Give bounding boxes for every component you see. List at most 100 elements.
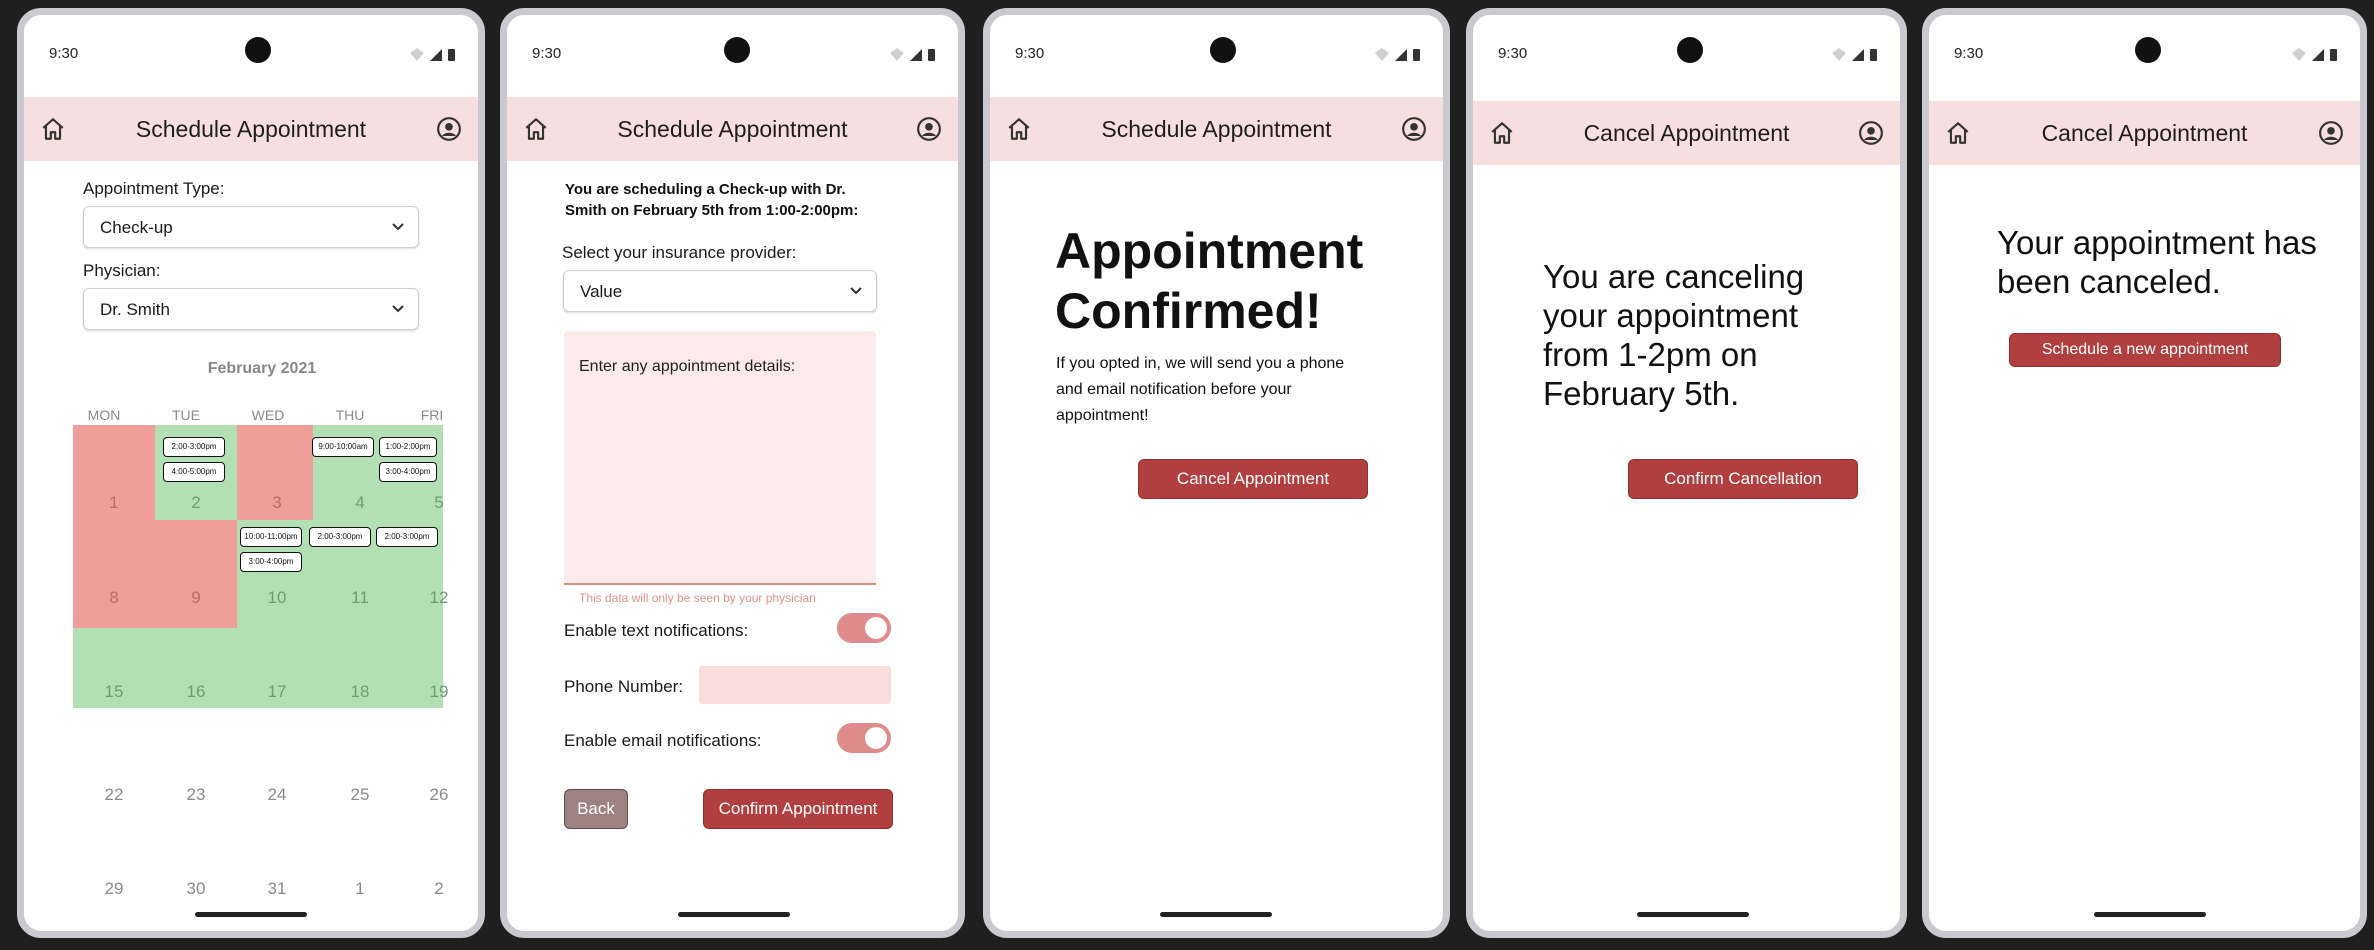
time-slot[interactable]: 3:00-4:00pm <box>240 552 302 572</box>
day-number[interactable]: 24 <box>237 785 317 805</box>
toggle-knob <box>865 727 887 749</box>
insurance-select[interactable]: Value <box>563 270 877 312</box>
day-number[interactable]: 1 <box>320 879 400 899</box>
day-number[interactable]: 23 <box>156 785 236 805</box>
schedule-new-appointment-button[interactable]: Schedule a new appointment <box>2009 333 2281 367</box>
email-notifications-label: Enable email notifications: <box>564 731 762 750</box>
day-number[interactable]: 15 <box>74 682 154 702</box>
status-time: 9:30 <box>1498 45 1528 62</box>
day-number[interactable]: 3 <box>237 493 317 513</box>
text-notifications-toggle[interactable] <box>837 613 891 643</box>
time-slot[interactable]: 4:00-5:00pm <box>163 462 225 482</box>
account-icon[interactable] <box>436 116 462 142</box>
system-icons <box>410 48 455 61</box>
status-time: 9:30 <box>1015 45 1045 62</box>
app-bar: Schedule Appointment <box>507 97 958 161</box>
weekday-wed: WED <box>251 407 285 423</box>
day-number[interactable]: 11 <box>320 588 400 608</box>
day-number[interactable]: 22 <box>74 785 154 805</box>
day-number[interactable]: 8 <box>74 588 154 608</box>
app-bar: Cancel Appointment <box>1473 101 1900 165</box>
day-number[interactable]: 4 <box>320 493 400 513</box>
day-number[interactable]: 18 <box>320 682 400 702</box>
day-number[interactable]: 26 <box>399 785 478 805</box>
time-slot[interactable]: 10:00-11:00pm <box>240 527 302 547</box>
status-time: 9:30 <box>1954 45 1984 62</box>
day-number[interactable]: 5 <box>399 493 478 513</box>
system-icons <box>1375 48 1420 61</box>
appointment-type-select[interactable]: Check-up <box>83 206 419 248</box>
toggle-knob <box>865 617 887 639</box>
cancel-appointment-button[interactable]: Cancel Appointment <box>1138 459 1368 499</box>
day-number[interactable]: 2 <box>399 879 478 899</box>
page-title: Cancel Appointment <box>2041 120 2248 146</box>
app-bar: Cancel Appointment <box>1929 101 2360 165</box>
chevron-down-icon <box>392 305 404 313</box>
day-number[interactable]: 17 <box>237 682 317 702</box>
back-button[interactable]: Back <box>564 789 628 829</box>
day-number[interactable]: 31 <box>237 879 317 899</box>
status-bar: 9:30 <box>24 15 478 97</box>
day-number[interactable]: 10 <box>237 588 317 608</box>
status-bar: 9:30 <box>990 15 1443 97</box>
phone-schedule-details: 9:30 Schedule Appointment You are schedu… <box>500 8 965 938</box>
time-slot[interactable]: 2:00-3:00pm <box>309 527 371 547</box>
camera-cutout <box>2135 37 2161 63</box>
status-time: 9:30 <box>532 45 562 62</box>
page-title: Cancel Appointment <box>1583 120 1790 146</box>
physician-value: Dr. Smith <box>100 300 170 319</box>
time-slot[interactable]: 2:00-3:00pm <box>376 527 438 547</box>
day-number[interactable]: 29 <box>74 879 154 899</box>
chevron-down-icon <box>392 223 404 231</box>
page-title: Schedule Appointment <box>1101 116 1332 142</box>
system-icons <box>1832 48 1877 61</box>
account-icon[interactable] <box>916 116 942 142</box>
chevron-down-icon <box>850 287 862 295</box>
details-label: Enter any appointment details: <box>579 358 796 375</box>
account-icon[interactable] <box>1858 120 1884 146</box>
text-notifications-label: Enable text notifications: <box>564 621 749 640</box>
day-number[interactable]: 25 <box>320 785 400 805</box>
cancel-summary: You are canceling your appointment from … <box>1543 258 1805 412</box>
day-number[interactable]: 12 <box>399 588 478 608</box>
time-slot[interactable]: 9:00-10:00am <box>312 437 374 457</box>
phone-appointment-canceled: 9:30 Cancel Appointment Your appointment… <box>1922 8 2367 938</box>
phone-number-input[interactable] <box>699 666 891 704</box>
system-icons <box>890 48 935 61</box>
account-icon[interactable] <box>1401 116 1427 142</box>
gesture-bar <box>1160 912 1272 917</box>
weekday-mon: MON <box>87 407 121 423</box>
confirm-appointment-button[interactable]: Confirm Appointment <box>703 789 893 829</box>
gesture-bar <box>678 912 790 917</box>
physician-label: Physician: <box>83 261 161 280</box>
day-number[interactable]: 19 <box>399 682 478 702</box>
confirm-cancellation-button[interactable]: Confirm Cancellation <box>1628 459 1858 499</box>
insurance-value: Value <box>580 282 623 301</box>
physician-select[interactable]: Dr. Smith <box>83 288 419 330</box>
status-time: 9:30 <box>49 45 79 62</box>
weekday-thu: THU <box>335 407 365 423</box>
gesture-bar <box>2094 912 2206 917</box>
phone-cancel-confirm: 9:30 Cancel Appointment You are cancelin… <box>1466 8 1907 938</box>
day-number[interactable]: 30 <box>156 879 236 899</box>
day-number[interactable]: 16 <box>156 682 236 702</box>
details-helper-text: This data will only be seen by your phys… <box>579 591 816 605</box>
time-slot[interactable]: 1:00-2:00pm <box>379 437 437 457</box>
day-number[interactable]: 2 <box>156 493 236 513</box>
day-number[interactable]: 1 <box>74 493 154 513</box>
appointment-summary: You are scheduling a Check-up with Dr. S… <box>565 181 859 219</box>
time-slot[interactable]: 2:00-3:00pm <box>163 437 225 457</box>
day-number[interactable]: 9 <box>156 588 236 608</box>
status-bar: 9:30 <box>1473 15 1900 97</box>
phone-schedule-calendar: 9:30 Schedule Appointment Appointment Ty… <box>17 8 485 938</box>
canceled-message: Your appointment has been canceled. <box>1997 224 2317 300</box>
gesture-bar <box>1637 912 1749 917</box>
account-icon[interactable] <box>2318 120 2344 146</box>
weekday-tue: TUE <box>172 407 200 423</box>
status-bar: 9:30 <box>507 15 958 97</box>
details-textarea[interactable]: Enter any appointment details: <box>564 331 876 585</box>
time-slot[interactable]: 3:00-4:00pm <box>379 462 437 482</box>
status-bar: 9:30 <box>1929 15 2360 97</box>
email-notifications-toggle[interactable] <box>837 723 891 753</box>
appointment-type-label: Appointment Type: <box>83 179 225 198</box>
